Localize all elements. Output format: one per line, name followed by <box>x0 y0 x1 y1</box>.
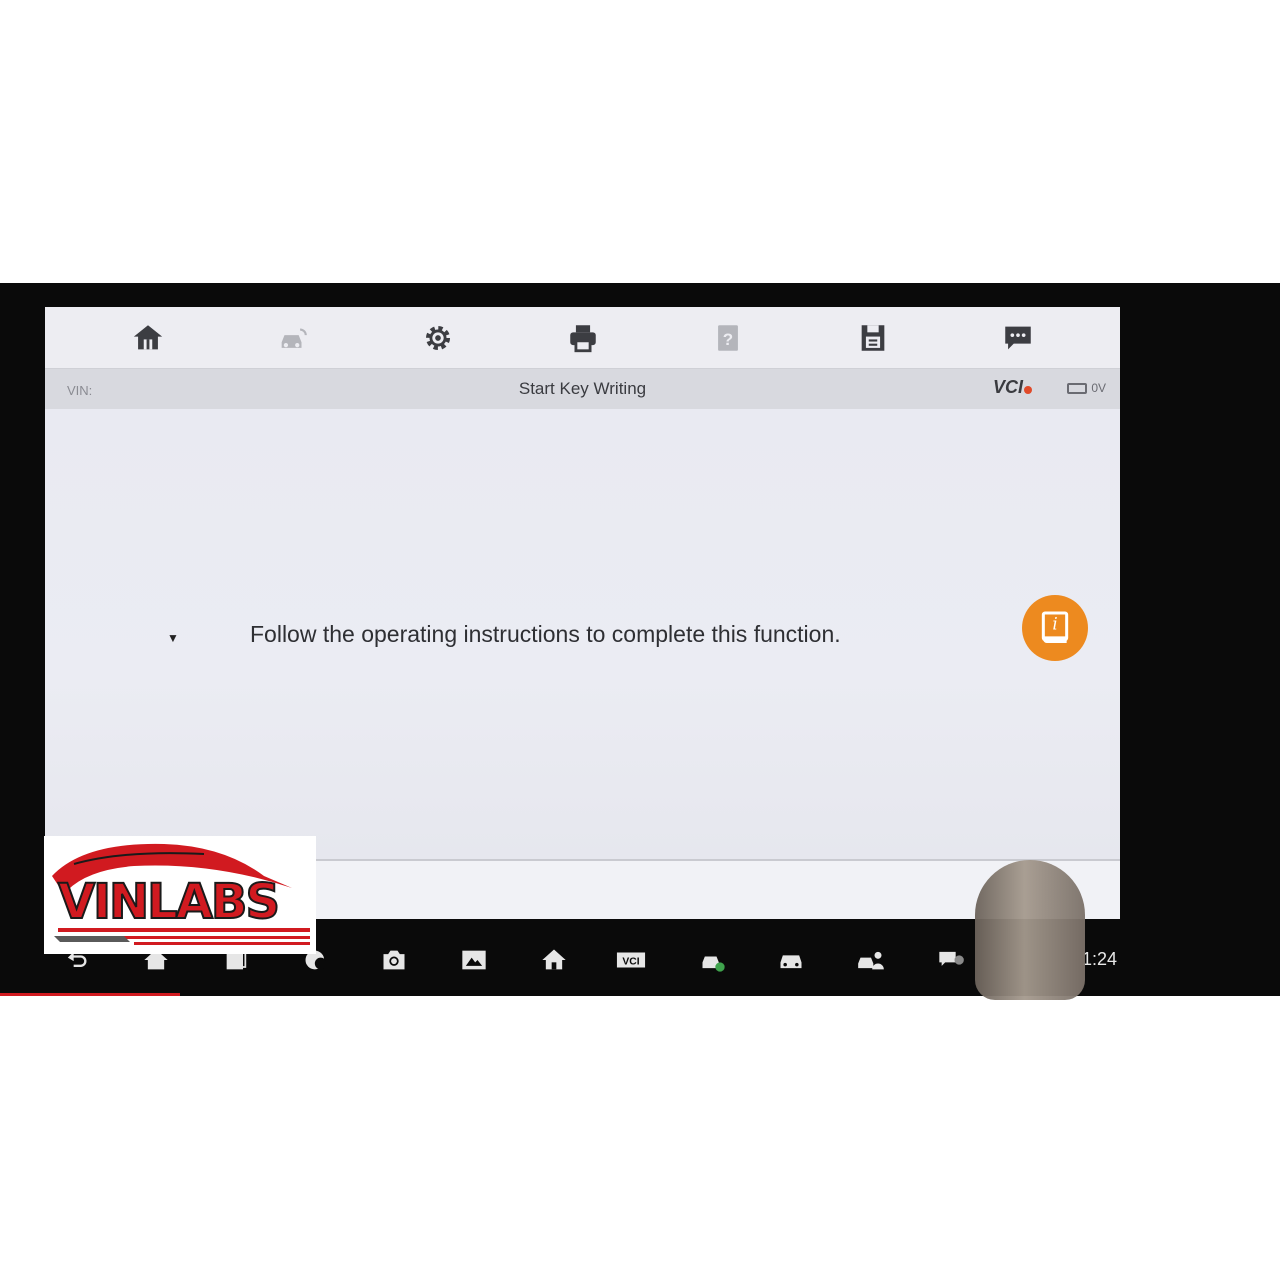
instruction-message: Follow the operating instructions to com… <box>250 621 841 647</box>
camera-icon <box>383 950 405 970</box>
help-document-icon: ? <box>717 324 738 351</box>
vci-label: VCI <box>992 377 1023 397</box>
vci-icon: VCI <box>616 952 646 968</box>
save-icon <box>861 324 884 351</box>
camera-button[interactable] <box>378 945 410 975</box>
settings-gear-icon <box>425 325 450 350</box>
car-icon <box>780 955 802 969</box>
chat-icon <box>939 951 964 966</box>
info-bar: VIN: Start Key Writing VCI 0V <box>45 369 1120 409</box>
bullet-arrow-icon: ▼ <box>167 631 179 645</box>
progress-line <box>0 993 180 996</box>
battery-voltage: 0V <box>1067 381 1106 395</box>
watermark-logo: VINLABS <box>44 836 316 954</box>
display-icon <box>462 950 486 970</box>
display-button[interactable] <box>458 945 490 975</box>
help-button[interactable]: ? <box>706 316 750 360</box>
vehicle-check-icon <box>702 956 725 972</box>
car-button[interactable] <box>775 945 807 975</box>
print-button[interactable] <box>561 316 605 360</box>
svg-text:?: ? <box>722 330 732 349</box>
voltage-value: 0V <box>1091 381 1106 395</box>
app-screen: ? VIN: Start Key Writing VCI 0V ▼ Follow… <box>45 307 1120 919</box>
home-icon <box>133 324 162 349</box>
print-icon <box>569 324 596 352</box>
chat-button[interactable] <box>935 945 967 975</box>
info-book-icon: i <box>1041 611 1069 643</box>
message-button[interactable] <box>996 316 1040 360</box>
vehicle-swap-icon <box>281 327 307 348</box>
vci-button[interactable]: VCI <box>615 945 647 975</box>
home-button[interactable] <box>126 316 170 360</box>
message-icon <box>1004 326 1031 349</box>
watermark-text: VINLABS <box>57 873 281 931</box>
vehicle-swap-button[interactable] <box>271 316 315 360</box>
car-service-button[interactable] <box>855 945 887 975</box>
vci-status: VCI <box>993 377 1032 398</box>
save-button[interactable] <box>851 316 895 360</box>
top-toolbar: ? <box>45 307 1120 369</box>
info-help-button[interactable]: i <box>1022 595 1088 661</box>
page-title: Start Key Writing <box>518 379 647 398</box>
main-content: ▼ Follow the operating instructions to c… <box>45 409 1120 859</box>
svg-text:i: i <box>1052 615 1057 634</box>
user-finger-overlay <box>975 860 1085 1000</box>
settings-button[interactable] <box>416 316 460 360</box>
vehicle-check-button[interactable] <box>697 945 729 975</box>
battery-icon <box>1067 382 1088 394</box>
car-service-icon <box>858 951 884 970</box>
app-home-button[interactable] <box>538 945 570 975</box>
clock-time: 1:24 <box>1082 949 1118 969</box>
home-icon <box>542 949 566 970</box>
svg-text:VCI: VCI <box>622 957 639 968</box>
vci-status-dot <box>1024 386 1032 394</box>
